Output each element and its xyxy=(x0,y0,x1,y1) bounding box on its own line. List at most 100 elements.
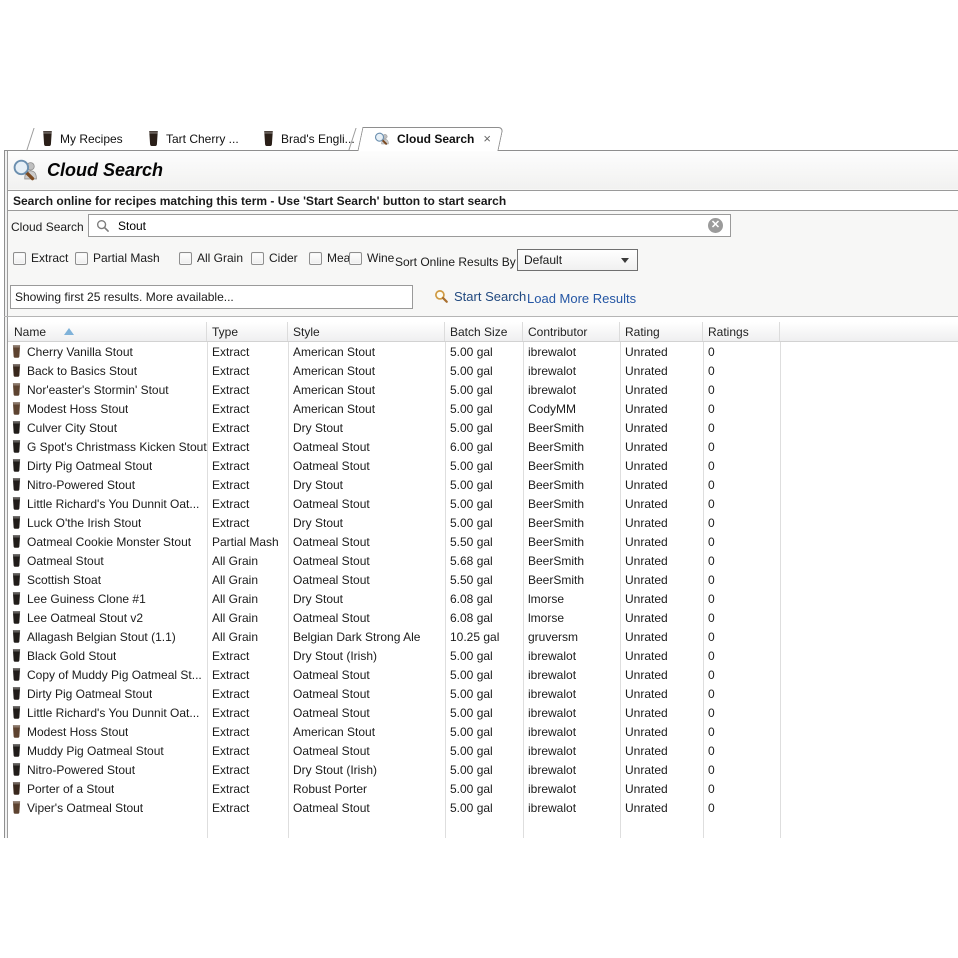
search-input[interactable] xyxy=(118,219,708,233)
recipe-batch-size-cell: 5.00 gal xyxy=(445,402,523,416)
column-header-type[interactable]: Type xyxy=(207,322,288,341)
column-label: Ratings xyxy=(708,325,749,339)
recipe-name-cell: Lee Oatmeal Stout v2 xyxy=(8,611,207,625)
column-header-style[interactable]: Style xyxy=(288,322,445,341)
recipe-batch-size-cell: 5.50 gal xyxy=(445,573,523,587)
recipe-contributor-cell: ibrewalot xyxy=(523,687,620,701)
table-row[interactable]: Muddy Pig Oatmeal Stout Extract Oatmeal … xyxy=(8,741,958,760)
recipe-contributor-cell: ibrewalot xyxy=(523,744,620,758)
beer-mug-icon xyxy=(12,801,21,814)
filter-extract[interactable]: Extract xyxy=(13,251,68,265)
table-row[interactable]: Dirty Pig Oatmeal Stout Extract Oatmeal … xyxy=(8,456,958,475)
recipe-style-cell: Oatmeal Stout xyxy=(288,554,445,568)
recipe-rating-cell: Unrated xyxy=(620,345,703,359)
table-header: Name Type Style Batch Size Contributor R… xyxy=(8,322,958,342)
recipe-style-cell: Oatmeal Stout xyxy=(288,687,445,701)
recipe-batch-size-cell: 5.00 gal xyxy=(445,459,523,473)
table-row[interactable]: Lee Oatmeal Stout v2 All Grain Oatmeal S… xyxy=(8,608,958,627)
recipe-contributor-cell: BeerSmith xyxy=(523,421,620,435)
clear-search-icon[interactable]: ✕ xyxy=(708,218,723,233)
sort-by-dropdown[interactable]: Default xyxy=(517,249,638,271)
recipe-rating-cell: Unrated xyxy=(620,573,703,587)
recipe-name: Viper's Oatmeal Stout xyxy=(27,801,143,815)
table-row[interactable]: Dirty Pig Oatmeal Stout Extract Oatmeal … xyxy=(8,684,958,703)
recipe-rating-cell: Unrated xyxy=(620,801,703,815)
recipe-style-cell: American Stout xyxy=(288,725,445,739)
table-row[interactable]: Copy of Muddy Pig Oatmeal St... Extract … xyxy=(8,665,958,684)
table-row[interactable]: Black Gold Stout Extract Dry Stout (Iris… xyxy=(8,646,958,665)
recipe-name-cell: Muddy Pig Oatmeal Stout xyxy=(8,744,207,758)
table-row[interactable]: Back to Basics Stout Extract American St… xyxy=(8,361,958,380)
table-row[interactable]: Porter of a Stout Extract Robust Porter … xyxy=(8,779,958,798)
recipe-ratings-cell: 0 xyxy=(703,554,780,568)
tab-my-recipes[interactable]: My Recipes xyxy=(42,127,123,150)
table-row[interactable]: Modest Hoss Stout Extract American Stout… xyxy=(8,722,958,741)
table-row[interactable]: Nitro-Powered Stout Extract Dry Stout 5.… xyxy=(8,475,958,494)
recipe-ratings-cell: 0 xyxy=(703,649,780,663)
tab-cloud-search[interactable]: Cloud Search × xyxy=(360,127,501,150)
tab-brads-english[interactable]: Brad's Engli... xyxy=(263,127,355,150)
filter-partial-mash[interactable]: Partial Mash xyxy=(75,251,160,265)
filter-wine[interactable]: Wine xyxy=(349,251,394,265)
filter-all-grain[interactable]: All Grain xyxy=(179,251,243,265)
recipe-style-cell: Dry Stout xyxy=(288,478,445,492)
all-grain-checkbox[interactable] xyxy=(179,252,192,265)
recipe-name-cell: Modest Hoss Stout xyxy=(8,402,207,416)
tab-tart-cherry[interactable]: Tart Cherry ... xyxy=(148,127,239,150)
recipe-rating-cell: Unrated xyxy=(620,782,703,796)
recipe-style-cell: Oatmeal Stout xyxy=(288,573,445,587)
recipe-type-cell: Extract xyxy=(207,440,288,454)
table-row[interactable]: Cherry Vanilla Stout Extract American St… xyxy=(8,342,958,361)
recipe-style-cell: Dry Stout (Irish) xyxy=(288,649,445,663)
table-row[interactable]: Modest Hoss Stout Extract American Stout… xyxy=(8,399,958,418)
column-header-ratings[interactable]: Ratings xyxy=(703,322,780,341)
table-row[interactable]: Oatmeal Stout All Grain Oatmeal Stout 5.… xyxy=(8,551,958,570)
cider-checkbox[interactable] xyxy=(251,252,264,265)
filter-label: Cider xyxy=(269,251,298,265)
table-row[interactable]: Little Richard's You Dunnit Oat... Extra… xyxy=(8,494,958,513)
table-row[interactable]: Scottish Stoat All Grain Oatmeal Stout 5… xyxy=(8,570,958,589)
table-row[interactable]: Allagash Belgian Stout (1.1) All Grain B… xyxy=(8,627,958,646)
column-header-contributor[interactable]: Contributor xyxy=(523,322,620,341)
recipe-batch-size-cell: 5.00 gal xyxy=(445,725,523,739)
recipe-batch-size-cell: 6.00 gal xyxy=(445,440,523,454)
table-row[interactable]: Little Richard's You Dunnit Oat... Extra… xyxy=(8,703,958,722)
recipe-type-cell: Extract xyxy=(207,516,288,530)
extract-checkbox[interactable] xyxy=(13,252,26,265)
recipe-contributor-cell: ibrewalot xyxy=(523,706,620,720)
table-row[interactable]: Nitro-Powered Stout Extract Dry Stout (I… xyxy=(8,760,958,779)
table-row[interactable]: Oatmeal Cookie Monster Stout Partial Mas… xyxy=(8,532,958,551)
column-header-name[interactable]: Name xyxy=(8,322,207,341)
recipe-batch-size-cell: 5.00 gal xyxy=(445,763,523,777)
beer-mug-icon xyxy=(12,649,21,662)
recipe-name: Nor'easter's Stormin' Stout xyxy=(27,383,169,397)
start-search-button[interactable]: Start Search xyxy=(434,289,526,304)
filter-label: Extract xyxy=(31,251,68,265)
recipe-batch-size-cell: 5.50 gal xyxy=(445,535,523,549)
column-header-batch-size[interactable]: Batch Size xyxy=(445,322,523,341)
table-row[interactable]: Luck O'the Irish Stout Extract Dry Stout… xyxy=(8,513,958,532)
tab-label: Tart Cherry ... xyxy=(166,132,239,146)
recipe-style-cell: Oatmeal Stout xyxy=(288,535,445,549)
table-row[interactable]: Lee Guiness Clone #1 All Grain Dry Stout… xyxy=(8,589,958,608)
recipe-batch-size-cell: 5.00 gal xyxy=(445,706,523,720)
recipe-type-cell: All Grain xyxy=(207,630,288,644)
recipe-style-cell: Oatmeal Stout xyxy=(288,668,445,682)
recipe-rating-cell: Unrated xyxy=(620,592,703,606)
column-header-rating[interactable]: Rating xyxy=(620,322,703,341)
mead-checkbox[interactable] xyxy=(309,252,322,265)
table-row[interactable]: Viper's Oatmeal Stout Extract Oatmeal St… xyxy=(8,798,958,817)
partial-mash-checkbox[interactable] xyxy=(75,252,88,265)
recipe-name: Little Richard's You Dunnit Oat... xyxy=(27,497,199,511)
load-more-results-link[interactable]: Load More Results xyxy=(527,291,636,306)
beer-mug-icon xyxy=(12,364,21,377)
recipe-rating-cell: Unrated xyxy=(620,459,703,473)
table-row[interactable]: Culver City Stout Extract Dry Stout 5.00… xyxy=(8,418,958,437)
wine-checkbox[interactable] xyxy=(349,252,362,265)
recipe-type-cell: All Grain xyxy=(207,573,288,587)
table-row[interactable]: G Spot's Christmass Kicken Stout Extract… xyxy=(8,437,958,456)
status-box[interactable]: Showing first 25 results. More available… xyxy=(10,285,413,309)
table-row[interactable]: Nor'easter's Stormin' Stout Extract Amer… xyxy=(8,380,958,399)
close-icon[interactable]: × xyxy=(483,132,491,145)
filter-cider[interactable]: Cider xyxy=(251,251,298,265)
